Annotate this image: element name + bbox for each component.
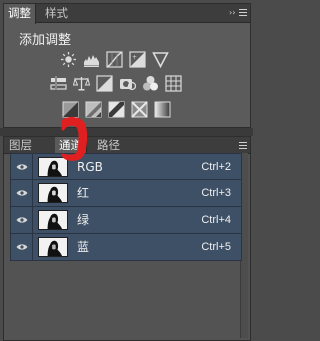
collapse-arrows-icon: ›› — [229, 8, 236, 17]
curves-icon[interactable] — [106, 51, 123, 68]
menu-lines-icon — [239, 9, 247, 17]
adjustment-icons-row-2 — [50, 75, 182, 92]
black-white-icon[interactable] — [96, 75, 113, 92]
tab-paths[interactable]: 路径 — [93, 137, 124, 154]
color-balance-icon[interactable] — [73, 75, 90, 92]
color-lookup-icon[interactable] — [165, 75, 182, 92]
channel-shortcut: Ctrl+5 — [201, 241, 231, 253]
menu-lines-icon — [239, 142, 247, 150]
channel-name: 绿 — [77, 213, 90, 227]
channels-panel: 图层 通道 路径 RGB Ctrl+2 红 Ctrl+3 绿 Ctrl+4 蓝 … — [3, 136, 251, 341]
hue-saturation-icon[interactable] — [50, 75, 67, 92]
tab-styles[interactable]: 样式 — [41, 4, 72, 23]
channel-row-blue[interactable]: 蓝 Ctrl+5 — [10, 234, 242, 261]
channel-row-rgb[interactable]: RGB Ctrl+2 — [10, 153, 242, 180]
channel-shortcut: Ctrl+4 — [201, 214, 231, 226]
channel-row-green[interactable]: 绿 Ctrl+4 — [10, 207, 242, 234]
adjustments-tabbar: 调整 样式 ›› — [4, 4, 250, 24]
gradient-map-icon[interactable] — [154, 101, 171, 118]
brightness-contrast-icon[interactable] — [60, 51, 77, 68]
vibrance-icon[interactable] — [152, 51, 169, 68]
tab-layers[interactable]: 图层 — [5, 137, 36, 154]
visibility-toggle[interactable] — [11, 154, 33, 180]
panel-menu-button[interactable]: ›› — [229, 7, 247, 19]
tab-adjustments[interactable]: 调整 — [4, 4, 36, 24]
channel-shortcut: Ctrl+2 — [201, 161, 231, 173]
visibility-toggle[interactable] — [11, 180, 33, 206]
eye-icon — [16, 244, 27, 250]
channel-thumbnail — [38, 210, 68, 230]
channel-name: 红 — [77, 186, 90, 200]
channels-menu-button[interactable] — [229, 140, 247, 152]
levels-icon[interactable] — [83, 51, 100, 68]
eye-icon — [16, 217, 27, 223]
exposure-icon[interactable]: + — [129, 51, 146, 68]
svg-text:+: + — [132, 54, 137, 61]
channels-tabbar: 图层 通道 路径 — [4, 137, 250, 155]
add-adjustment-title: 添加调整 — [19, 33, 72, 48]
eye-icon — [16, 190, 27, 196]
panel-divider[interactable] — [0, 128, 253, 136]
channel-thumbnail — [38, 237, 68, 257]
adjustments-panel: 调整 样式 ›› 添加调整 + — [3, 3, 251, 128]
visibility-toggle[interactable] — [11, 207, 33, 233]
adjustment-icons-row-1: + — [60, 51, 169, 68]
channels-list: RGB Ctrl+2 红 Ctrl+3 绿 Ctrl+4 蓝 Ctrl+5 — [10, 153, 242, 261]
channel-thumbnail — [38, 183, 68, 203]
channel-name: 蓝 — [77, 240, 90, 254]
channel-mixer-icon[interactable] — [142, 75, 159, 92]
threshold-icon[interactable] — [108, 101, 125, 118]
visibility-toggle[interactable] — [11, 234, 33, 260]
selective-color-icon[interactable] — [131, 101, 148, 118]
red-annotation-mark — [61, 117, 88, 161]
channel-row-red[interactable]: 红 Ctrl+3 — [10, 180, 242, 207]
channel-shortcut: Ctrl+3 — [201, 187, 231, 199]
photo-filter-icon[interactable] — [119, 75, 136, 92]
eye-icon — [16, 164, 27, 170]
